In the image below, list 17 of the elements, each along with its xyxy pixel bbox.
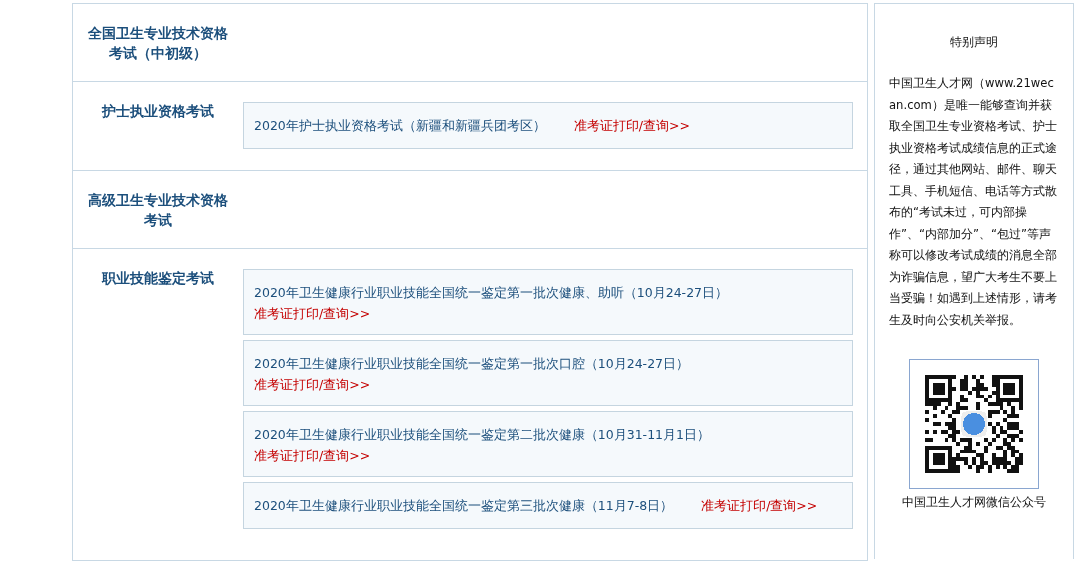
exam-title: 2020年卫生健康行业职业技能全国统一鉴定第三批次健康（11月7-8日） — [254, 497, 674, 515]
exam-category-title: 全国卫生专业技术资格考试（中初级） — [87, 24, 229, 63]
qr-caption: 中国卫生人才网微信公众号 — [902, 494, 1046, 511]
admission-ticket-link[interactable]: 准考证打印/查询>> — [254, 445, 371, 466]
exam-category-title: 职业技能鉴定考试 — [102, 269, 214, 288]
exam-title: 2020年护士执业资格考试（新疆和新疆兵团考区） — [254, 117, 546, 135]
exam-title: 2020年卫生健康行业职业技能全国统一鉴定第二批次健康（10月31-11月1日） — [254, 426, 710, 444]
notice-text: 中国卫生人才网（www.21wecan.com）是唯一能够查询并获取全国卫生专业资格考试、护士执业资格考试成绩信息的正式途径，通过其他网站、邮件、聊天工具、手机短信、电话等方式散布的“考试未过，可内部操作”、“内部加分”、“包过”等声称可以修改考试成绩的消息全部为诈骗信息，望广大考生不要上当受骗！如遇到上述情形，请考生及时向公安机关举报。 — [889, 75, 1058, 329]
admission-ticket-link[interactable]: 准考证打印/查询>> — [573, 115, 690, 136]
exam-title: 2020年卫生健康行业职业技能全国统一鉴定第一批次健康、助听（10月24-27日） — [254, 284, 729, 302]
exam-category-title: 高级卫生专业技术资格考试 — [87, 191, 229, 230]
admission-ticket-link[interactable]: 准考证打印/查询>> — [701, 495, 818, 516]
notice-title: 特别声明 — [950, 34, 998, 51]
admission-ticket-link[interactable]: 准考证打印/查询>> — [254, 374, 371, 395]
admission-ticket-link[interactable]: 准考证打印/查询>> — [254, 303, 371, 324]
exam-title: 2020年卫生健康行业职业技能全国统一鉴定第一批次口腔（10月24-27日） — [254, 355, 690, 373]
exam-category-title: 护士执业资格考试 — [102, 102, 214, 121]
